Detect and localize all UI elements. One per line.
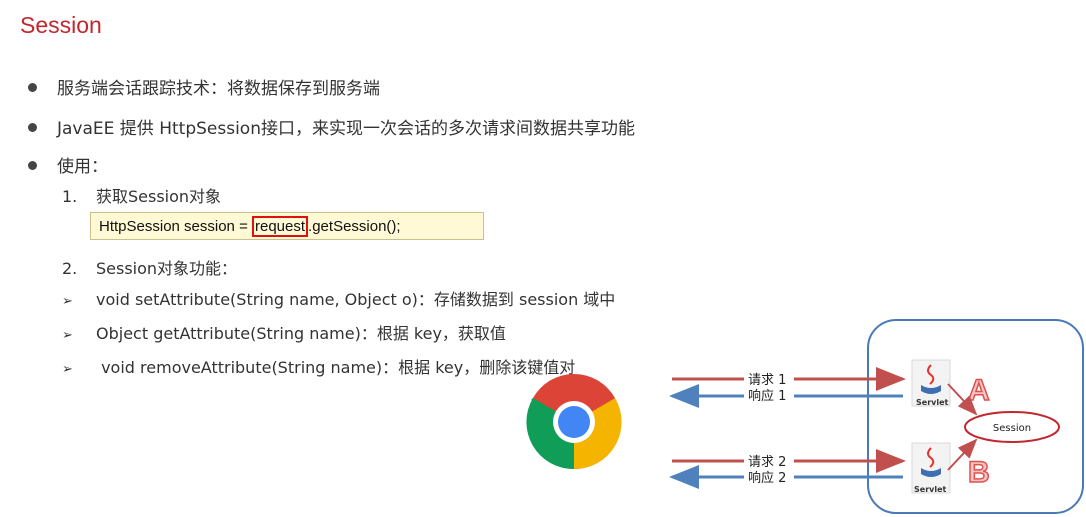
server-box: [867, 319, 1084, 514]
servlet-b-icon: [911, 442, 951, 494]
step-number: 2.: [62, 259, 78, 278]
bullet-dot: [28, 160, 37, 170]
servlet-a-icon: [911, 359, 951, 407]
letter-a: A: [968, 374, 990, 407]
step-text: 获取Session对象: [96, 187, 222, 206]
bullet-dot: [28, 122, 37, 132]
bullet-item: 使用：: [28, 152, 108, 177]
request-2-label: 请求 2: [748, 455, 786, 470]
code-after: .getSession();: [308, 218, 401, 235]
method-text: Object getAttribute(String name)：根据 key，…: [96, 324, 506, 343]
bullet-text: 服务端会话跟踪技术：将数据保存到服务端: [57, 79, 380, 99]
response-2-label: 响应 2: [748, 470, 786, 486]
chrome-icon: [526, 373, 622, 470]
session-ellipse: [964, 411, 1060, 443]
code-highlight: request: [252, 216, 309, 237]
step-number: 1.: [62, 187, 78, 206]
response-1-label: 响应 1: [748, 388, 786, 404]
bullet-dot: [28, 82, 37, 92]
method-item: ➢ void setAttribute(String name, Object o…: [62, 286, 615, 310]
bullet-text: 使用：: [57, 157, 108, 177]
arrow-bullet-icon: ➢: [62, 328, 73, 343]
step-item: 2. Session对象功能：: [62, 255, 237, 279]
step-item: 1. 获取Session对象: [62, 183, 221, 207]
session-label: Session: [993, 423, 1031, 434]
servlet-b-label: Servlet: [914, 485, 947, 494]
servlet-a-to-session-arrow: [947, 383, 978, 416]
bullet-item: 服务端会话跟踪技术：将数据保存到服务端: [28, 74, 380, 99]
method-item: ➢ Object getAttribute(String name)：根据 key…: [62, 320, 506, 344]
code-before: HttpSession session =: [99, 218, 252, 235]
bullet-text: JavaEE 提供 HttpSession接口，来实现一次会话的多次请求间数据共…: [57, 119, 635, 139]
method-text: void setAttribute(String name, Object o)…: [96, 290, 616, 309]
method-text: void removeAttribute(String name)：根据 key…: [96, 358, 576, 377]
code-box: HttpSession session = request .getSession…: [90, 212, 484, 240]
servlet-a-label: Servlet: [916, 398, 949, 407]
servlet-b-to-session-arrow: [947, 438, 978, 471]
arrow-bullet-icon: ➢: [62, 362, 73, 377]
arrow-bullet-icon: ➢: [62, 294, 73, 309]
letter-b: B: [968, 456, 990, 489]
page-title: Session: [20, 12, 102, 38]
step-text: Session对象功能：: [96, 259, 238, 278]
bullet-item: JavaEE 提供 HttpSession接口，来实现一次会话的多次请求间数据共…: [28, 114, 635, 139]
request-1-label: 请求 1: [748, 373, 786, 388]
method-item: ➢ void removeAttribute(String name)：根据 k…: [62, 354, 575, 378]
